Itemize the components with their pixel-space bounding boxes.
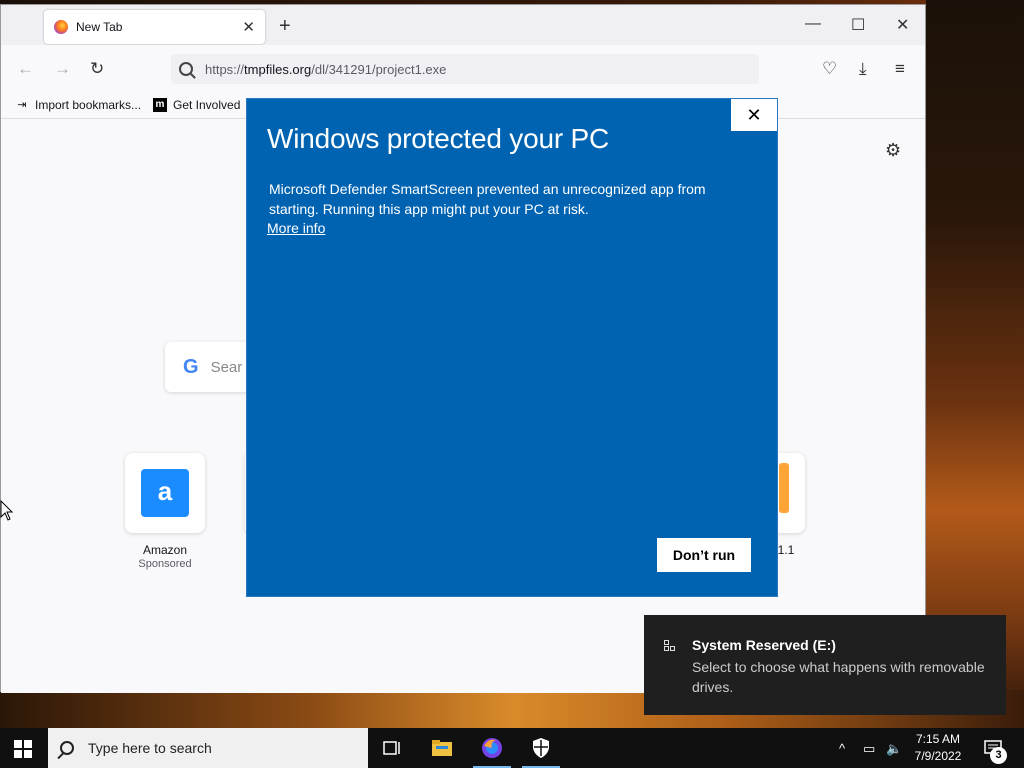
mouse-cursor-icon: [0, 500, 14, 521]
import-icon: ⇥: [17, 99, 27, 111]
search-icon: [179, 62, 193, 76]
bookmark-label: Get Involved: [173, 98, 241, 112]
url-host: tmpfiles.org: [244, 61, 312, 77]
taskbar: Type here to search ^ ▭ 🔈 7:15 AM 7/9/20…: [0, 728, 1024, 768]
tab-new-tab[interactable]: New Tab ✕: [44, 10, 265, 44]
taskbar-search-placeholder: Type here to search: [88, 740, 212, 756]
bookmark-label: Import bookmarks...: [35, 98, 142, 112]
bookmark-import[interactable]: ⇥ Import bookmarks...: [15, 98, 141, 112]
search-icon: [60, 741, 74, 755]
taskbar-search[interactable]: Type here to search: [48, 728, 368, 768]
menu-icon[interactable]: ≡: [895, 59, 905, 79]
forward-arrow-icon[interactable]: →: [54, 59, 71, 79]
task-view-icon[interactable]: [380, 736, 404, 760]
firefox-icon: [54, 20, 68, 34]
dialog-title: Windows protected your PC: [267, 123, 610, 154]
volume-icon[interactable]: 🔈: [886, 741, 902, 757]
mozilla-m-icon: m: [153, 98, 167, 112]
tab-bar: New Tab ✕ + — ☐ ✕: [1, 5, 925, 45]
time-text: 7:15 AM: [915, 732, 961, 746]
smartscreen-dialog: ✕ Windows protected your PC Microsoft De…: [246, 98, 778, 597]
notification-toast[interactable]: System Reserved (E:) Select to choose wh…: [644, 615, 1006, 715]
google-icon: G: [183, 355, 199, 378]
close-icon: ✕: [746, 104, 762, 125]
firefox-taskbar-icon[interactable]: [480, 736, 504, 760]
start-button[interactable]: [14, 740, 32, 758]
chevron-up-icon[interactable]: ^: [839, 741, 845, 756]
close-window-button[interactable]: ✕: [896, 15, 909, 35]
date-text: 7/9/2022: [914, 749, 962, 763]
dialog-message: Microsoft Defender SmartScreen prevented…: [269, 181, 706, 217]
pocket-icon[interactable]: ♡: [822, 59, 837, 79]
close-tab-icon[interactable]: ✕: [242, 18, 255, 36]
download-icon[interactable]: ⤓: [859, 59, 867, 79]
bookmark-get-involved[interactable]: m Get Involved: [153, 98, 240, 112]
more-info-link[interactable]: More info: [267, 220, 325, 236]
amazon-icon: a: [141, 469, 189, 517]
url-prefix: https://: [205, 61, 245, 77]
shortcut-orange-icon: [779, 463, 789, 513]
minimize-button[interactable]: —: [805, 15, 821, 33]
drive-icon: [664, 640, 676, 652]
gear-icon[interactable]: ⚙: [885, 140, 901, 161]
maximize-button[interactable]: ☐: [851, 15, 865, 35]
shield-icon[interactable]: [529, 736, 553, 760]
toast-body: Select to choose what happens with remov…: [692, 659, 985, 695]
shortcut-amazon[interactable]: a: [125, 453, 205, 533]
new-tab-button[interactable]: +: [279, 15, 291, 38]
tab-title: New Tab: [76, 20, 123, 34]
back-arrow-icon[interactable]: ←: [17, 59, 34, 79]
shortcut-title: Amazon: [142, 543, 188, 557]
url-bar[interactable]: https://tmpfiles.org/dl/341291/project1.…: [171, 54, 759, 84]
search-placeholder: Sear: [210, 358, 243, 376]
reload-icon[interactable]: ↻: [90, 59, 104, 79]
notification-count-badge: 3: [990, 747, 1007, 764]
url-path: /dl/341291/project1.exe: [311, 61, 447, 77]
file-explorer-icon[interactable]: [430, 736, 454, 760]
dont-run-button[interactable]: Don’t run: [657, 538, 751, 572]
clock[interactable]: 7:15 AM 7/9/2022: [905, 731, 971, 765]
network-icon[interactable]: ▭: [863, 741, 875, 757]
nav-bar: ← → ↻ https://tmpfiles.org/dl/341291/pro…: [1, 45, 925, 93]
close-dialog-button[interactable]: ✕: [731, 99, 777, 131]
shortcut-subtitle: Sponsored: [138, 558, 192, 570]
toast-title: System Reserved (E:): [692, 637, 836, 653]
